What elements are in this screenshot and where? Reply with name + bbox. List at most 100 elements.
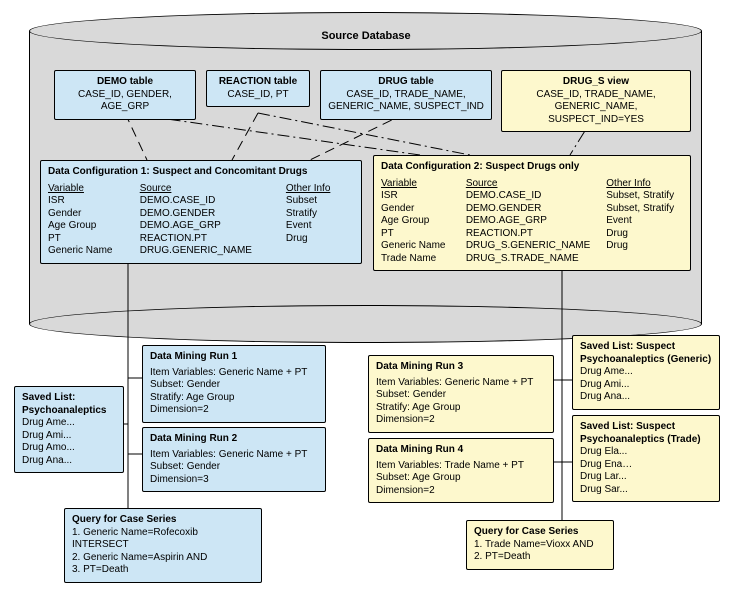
query2-line: 1. Trade Name=Vioxx AND [474, 539, 606, 552]
config2-info: Subset, Stratify [606, 190, 683, 203]
config1-hdr-info: Other Info [286, 183, 354, 196]
reaction-table-cols: CASE_ID, PT [214, 89, 302, 102]
drug-s-title: DRUG_S view [509, 76, 683, 89]
config2-info: Drug [606, 240, 683, 253]
list-item: Drug Ame... [580, 366, 712, 379]
config1-src: DRUG.GENERIC_NAME [140, 245, 276, 258]
config1-var: PT [48, 233, 130, 246]
run3-line: Subset: Gender [376, 389, 546, 402]
list-item: Drug Lar... [580, 471, 712, 484]
config1-var: Generic Name [48, 245, 130, 258]
query1-line: 2. Generic Name=Aspirin AND [72, 552, 254, 565]
config2-title: Data Configuration 2: Suspect Drugs only [381, 161, 683, 174]
list-item: Drug Ami... [580, 379, 712, 392]
run4-line: Item Variables: Trade Name + PT [376, 460, 546, 473]
config1: Data Configuration 1: Suspect and Concom… [40, 160, 362, 264]
list-item: Drug Ami... [22, 430, 116, 443]
config1-hdr-var: Variable [48, 183, 130, 196]
config2-hdr-var: Variable [381, 178, 456, 191]
drug-s-cols: CASE_ID, TRADE_NAME, GENERIC_NAME, SUSPE… [509, 89, 683, 127]
config2-hdr-src: Source [466, 178, 596, 191]
run2-line: Dimension=3 [150, 474, 318, 487]
run4: Data Mining Run 4 Item Variables: Trade … [368, 438, 554, 503]
run2-line: Subset: Gender [150, 461, 318, 474]
drug-table: DRUG table CASE_ID, TRADE_NAME, GENERIC_… [320, 70, 492, 120]
demo-table-title: DEMO table [62, 76, 188, 89]
list-item: Drug Ana... [22, 455, 116, 468]
run3-line: Dimension=2 [376, 414, 546, 427]
config2-src: DRUG_S.TRADE_NAME [466, 253, 596, 266]
run1-line: Subset: Gender [150, 379, 318, 392]
config2-src: REACTION.PT [466, 228, 596, 241]
run1: Data Mining Run 1 Item Variables: Generi… [142, 345, 326, 423]
config1-info: Event [286, 220, 354, 233]
config2-var: Generic Name [381, 240, 456, 253]
config1-var: Age Group [48, 220, 130, 233]
config2-src: DEMO.GENDER [466, 203, 596, 216]
run4-line: Subset: Age Group [376, 472, 546, 485]
run2-title: Data Mining Run 2 [150, 433, 318, 446]
config1-src: DEMO.GENDER [140, 208, 276, 221]
list-item: Drug Ana... [580, 391, 712, 404]
run4-line: Dimension=2 [376, 485, 546, 498]
reaction-table: REACTION table CASE_ID, PT [206, 70, 310, 107]
run4-title: Data Mining Run 4 [376, 444, 546, 457]
list-item: Drug Amo... [22, 442, 116, 455]
list-item: Drug Ame... [22, 417, 116, 430]
config1-title: Data Configuration 1: Suspect and Concom… [48, 166, 354, 179]
saved-list-suspect-generic: Saved List: Suspect Psychoanaleptics (Ge… [572, 335, 720, 410]
config2-var: Age Group [381, 215, 456, 228]
reaction-table-title: REACTION table [214, 76, 302, 89]
config2-var: Gender [381, 203, 456, 216]
config2-var: Trade Name [381, 253, 456, 266]
query1-title: Query for Case Series [72, 514, 254, 527]
drug-table-title: DRUG table [328, 76, 484, 89]
drug-table-cols: CASE_ID, TRADE_NAME, GENERIC_NAME, SUSPE… [328, 89, 484, 114]
config1-var: Gender [48, 208, 130, 221]
config2-info: Subset, Stratify [606, 203, 683, 216]
config1-info: Stratify [286, 208, 354, 221]
run3-line: Item Variables: Generic Name + PT [376, 377, 546, 390]
run2: Data Mining Run 2 Item Variables: Generi… [142, 427, 326, 492]
config1-src: DEMO.CASE_ID [140, 195, 276, 208]
query2-title: Query for Case Series [474, 526, 606, 539]
config2-var: ISR [381, 190, 456, 203]
demo-table-cols: CASE_ID, GENDER, AGE_GRP [62, 89, 188, 114]
config2-src: DRUG_S.GENERIC_NAME [466, 240, 596, 253]
config1-src: DEMO.AGE_GRP [140, 220, 276, 233]
demo-table: DEMO table CASE_ID, GENDER, AGE_GRP [54, 70, 196, 120]
db-title: Source Database [0, 30, 732, 42]
config1-src: REACTION.PT [140, 233, 276, 246]
config2-hdr-info: Other Info [606, 178, 683, 191]
run3-line: Stratify: Age Group [376, 402, 546, 415]
config2: Data Configuration 2: Suspect Drugs only… [373, 155, 691, 271]
config2-info: Drug [606, 228, 683, 241]
run3-title: Data Mining Run 3 [376, 361, 546, 374]
list-item: Drug Sar... [580, 484, 712, 497]
query2-line: 2. PT=Death [474, 551, 606, 564]
config2-src: DEMO.AGE_GRP [466, 215, 596, 228]
query2: Query for Case Series 1. Trade Name=Viox… [466, 520, 614, 570]
run1-line: Item Variables: Generic Name + PT [150, 367, 318, 380]
query1-line: 3. PT=Death [72, 564, 254, 577]
config2-src: DEMO.CASE_ID [466, 190, 596, 203]
saved-list-sg-title: Saved List: Suspect Psychoanaleptics (Ge… [580, 341, 712, 366]
saved-list-psycho-title: Saved List: Psychoanaleptics [22, 392, 116, 417]
run3: Data Mining Run 3 Item Variables: Generi… [368, 355, 554, 433]
list-item: Drug Ena… [580, 459, 712, 472]
query1: Query for Case Series 1. Generic Name=Ro… [64, 508, 262, 583]
run1-line: Stratify: Age Group [150, 392, 318, 405]
config2-var: PT [381, 228, 456, 241]
config1-hdr-src: Source [140, 183, 276, 196]
config2-info: Event [606, 215, 683, 228]
saved-list-suspect-trade: Saved List: Suspect Psychoanaleptics (Tr… [572, 415, 720, 502]
config1-var: ISR [48, 195, 130, 208]
saved-list-psycho: Saved List: Psychoanaleptics Drug Ame...… [14, 386, 124, 473]
config1-info: Drug [286, 233, 354, 246]
run1-title: Data Mining Run 1 [150, 351, 318, 364]
query1-line: 1. Generic Name=Rofecoxib INTERSECT [72, 527, 254, 552]
drug-s-view: DRUG_S view CASE_ID, TRADE_NAME, GENERIC… [501, 70, 691, 132]
run1-line: Dimension=2 [150, 404, 318, 417]
run2-line: Item Variables: Generic Name + PT [150, 449, 318, 462]
list-item: Drug Ela... [580, 446, 712, 459]
